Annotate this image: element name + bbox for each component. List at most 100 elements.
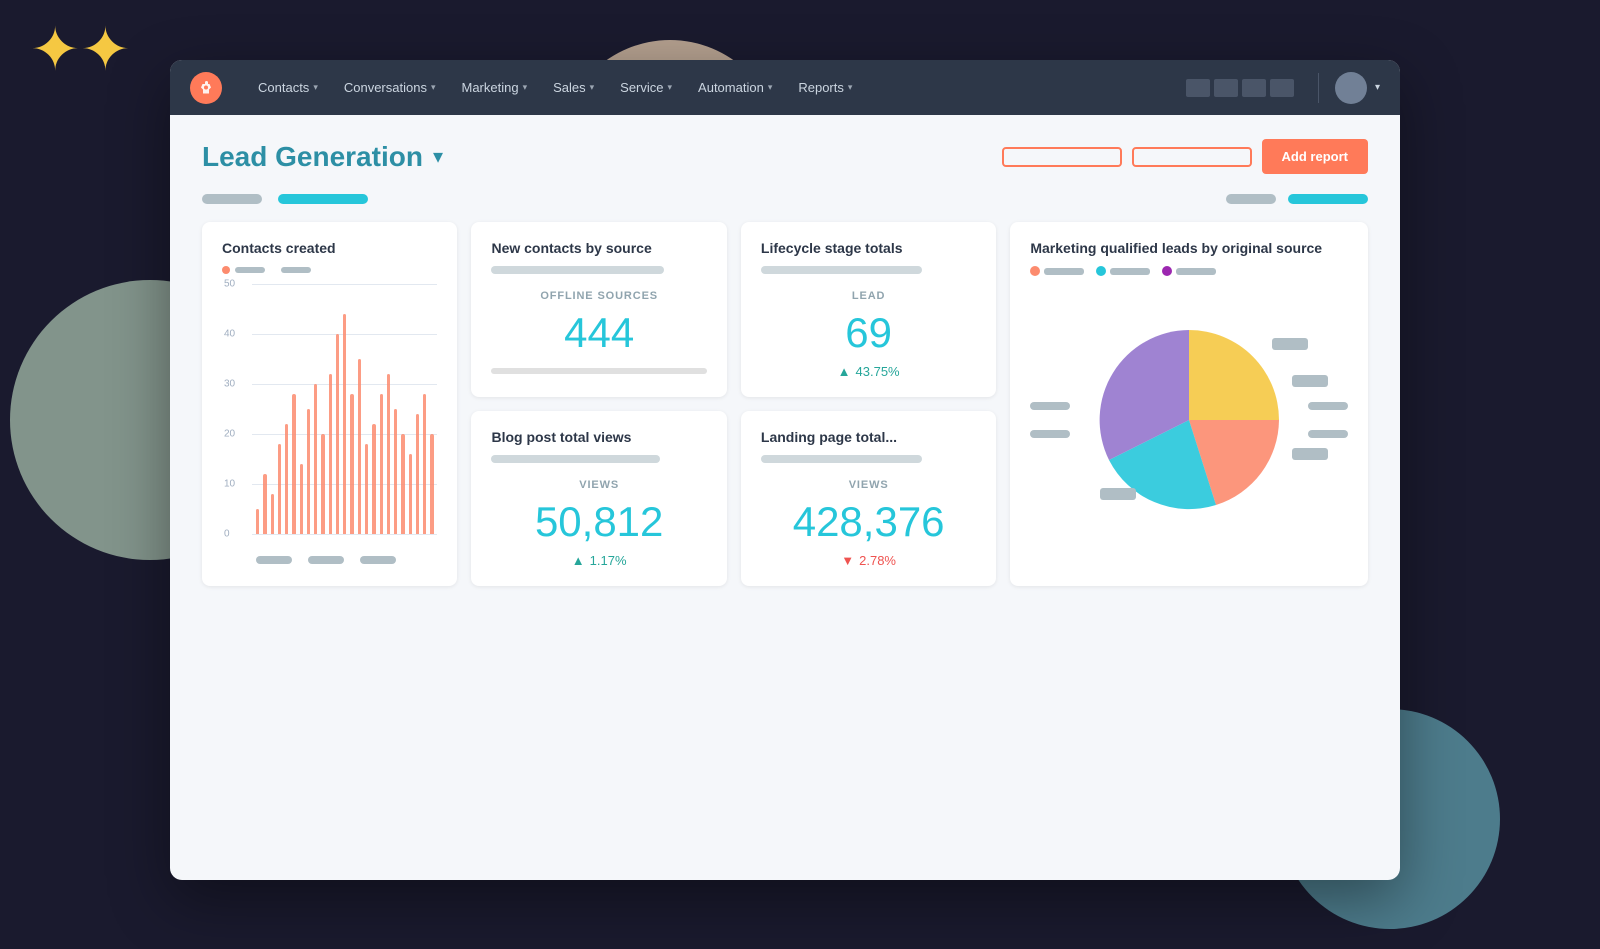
blog-change: ▲ 1.17%: [491, 553, 706, 568]
legend-line-1: [235, 267, 265, 273]
left-label-2: [1030, 430, 1070, 438]
blog-value: 50,812: [491, 499, 706, 545]
filter-pill-active[interactable]: [278, 194, 368, 204]
x-label-1: [256, 556, 292, 564]
new-contacts-title: New contacts by source: [491, 240, 706, 256]
bar-item: [314, 384, 317, 534]
add-report-button[interactable]: Add report: [1262, 139, 1368, 174]
contacts-created-card: Contacts created 50: [202, 222, 457, 586]
bar-item: [430, 434, 433, 534]
nav-item-conversations[interactable]: Conversations ▾: [332, 74, 448, 101]
grid-line-0: 0: [252, 534, 437, 535]
lifecycle-card: Lifecycle stage totals LEAD 69 ▲ 43.75%: [741, 222, 996, 397]
marketing-leads-card: Marketing qualified leads by original so…: [1010, 222, 1368, 586]
right-labels: [1308, 402, 1348, 438]
navbar: Contacts ▾ Conversations ▾ Marketing ▾ S…: [170, 60, 1400, 115]
bar-item: [329, 374, 332, 534]
legend-item-purple: [1162, 266, 1216, 276]
page-title: Lead Generation: [202, 141, 423, 173]
legend-dot-orange: [222, 266, 230, 274]
bar-item: [343, 314, 346, 534]
bar-item: [278, 444, 281, 534]
bar-item: [365, 444, 368, 534]
chevron-icon: ▾: [590, 82, 595, 93]
chevron-icon: ▾: [848, 82, 853, 93]
grid-box-3[interactable]: [1242, 79, 1266, 97]
nav-item-automation[interactable]: Automation ▾: [686, 74, 784, 101]
landing-views-card: Landing page total... VIEWS 428,376 ▼ 2.…: [741, 411, 996, 586]
dashboard: Lead Generation ▾ Add report: [170, 115, 1400, 610]
decorative-star: ✦: [30, 20, 131, 80]
bar-item: [256, 509, 259, 534]
legend-item-teal: [1096, 266, 1150, 276]
filter-pill-3[interactable]: [1288, 194, 1368, 204]
nav-item-service[interactable]: Service ▾: [608, 74, 684, 101]
nav-items: Contacts ▾ Conversations ▾ Marketing ▾ S…: [246, 74, 1186, 101]
grid-box-2[interactable]: [1214, 79, 1238, 97]
new-contacts-subtitle: [491, 266, 663, 274]
blog-change-pct: 1.17%: [590, 553, 627, 568]
grid-label-20: 20: [224, 429, 235, 440]
lifecycle-category: LEAD: [761, 290, 976, 302]
lifecycle-title: Lifecycle stage totals: [761, 240, 976, 256]
nav-item-sales[interactable]: Sales ▾: [541, 74, 606, 101]
bar-item: [409, 454, 412, 534]
avatar-chevron-icon[interactable]: ▾: [1375, 82, 1380, 93]
filter-button-2[interactable]: [1132, 147, 1252, 167]
new-contacts-value: 444: [491, 310, 706, 356]
landing-change: ▼ 2.78%: [761, 553, 976, 568]
grid-box-4[interactable]: [1270, 79, 1294, 97]
marketing-card-inner: [1030, 266, 1348, 558]
left-labels: [1030, 402, 1070, 438]
right-label-2: [1308, 430, 1348, 438]
x-label-2: [308, 556, 344, 564]
legend-label-3: [1176, 268, 1216, 275]
nav-item-contacts[interactable]: Contacts ▾: [246, 74, 330, 101]
hubspot-logo[interactable]: [190, 72, 222, 104]
cards-grid: Contacts created 50: [202, 222, 1368, 586]
grid-label-40: 40: [224, 329, 235, 340]
landing-value: 428,376: [761, 499, 976, 545]
grid-icons: [1186, 79, 1294, 97]
x-labels: [252, 556, 437, 564]
x-labels-group: [256, 556, 396, 564]
chevron-icon: ▾: [313, 82, 318, 93]
grid-label-30: 30: [224, 379, 235, 390]
grid-box-1[interactable]: [1186, 79, 1210, 97]
filter-pill-1[interactable]: [202, 194, 262, 204]
marketing-leads-title: Marketing qualified leads by original so…: [1030, 240, 1348, 256]
legend-label-1: [1044, 268, 1084, 275]
header-actions: Add report: [1002, 139, 1368, 174]
right-label-1: [1308, 402, 1348, 410]
pie-tooltip-4: [1100, 488, 1136, 500]
nav-item-reports[interactable]: Reports ▾: [786, 74, 864, 101]
navbar-divider: [1318, 73, 1319, 103]
blog-subtitle: [491, 455, 659, 463]
hubspot-icon: [190, 72, 222, 104]
filter-left: [202, 194, 368, 204]
bar-item: [358, 359, 361, 534]
bar-item: [423, 394, 426, 534]
blog-category: VIEWS: [491, 479, 706, 491]
avatar[interactable]: [1335, 72, 1367, 104]
bar-item: [372, 424, 375, 534]
title-dropdown-icon[interactable]: ▾: [433, 144, 443, 169]
filter-button-1[interactable]: [1002, 147, 1122, 167]
lifecycle-change: ▲ 43.75%: [761, 364, 976, 379]
bar-item: [263, 474, 266, 534]
filter-pill-2[interactable]: [1226, 194, 1276, 204]
page-header: Lead Generation ▾ Add report: [202, 139, 1368, 174]
bar-item: [350, 394, 353, 534]
landing-change-pct: 2.78%: [859, 553, 896, 568]
chevron-icon: ▾: [431, 82, 436, 93]
page-title-group: Lead Generation ▾: [202, 141, 443, 173]
new-contacts-bar: [491, 368, 706, 374]
browser-window: Contacts ▾ Conversations ▾ Marketing ▾ S…: [170, 60, 1400, 880]
legend-item-orange: [1030, 266, 1084, 276]
landing-category: VIEWS: [761, 479, 976, 491]
bar-item: [300, 464, 303, 534]
left-label-1: [1030, 402, 1070, 410]
grid-label-0: 0: [224, 529, 230, 540]
nav-item-marketing[interactable]: Marketing ▾: [449, 74, 539, 101]
lifecycle-value: 69: [761, 310, 976, 356]
